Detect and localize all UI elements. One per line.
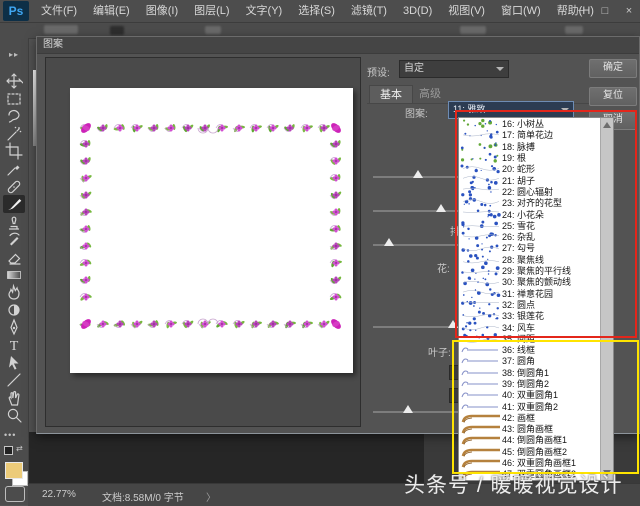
leaf-label: 叶子: — [428, 344, 451, 359]
zoom-tool[interactable] — [3, 406, 25, 424]
move-tool[interactable] — [3, 72, 25, 90]
line-tool[interactable] — [3, 371, 25, 389]
status-chevron-icon[interactable]: 〉 — [206, 489, 216, 504]
slider-knob[interactable] — [403, 405, 413, 413]
svg-text:T: T — [10, 339, 19, 354]
menu-item-0[interactable]: 文件(F) — [33, 0, 85, 22]
collapse-toolbar-icon[interactable]: ▸▸ — [0, 50, 28, 59]
close-icon[interactable]: × — [622, 0, 636, 22]
edit-toolbar-icon[interactable]: ••• — [4, 430, 16, 440]
zoom-level[interactable]: 22.77% — [42, 489, 76, 500]
document-canvas — [70, 88, 353, 373]
menu-item-4[interactable]: 文字(Y) — [238, 0, 291, 22]
menu-item-5[interactable]: 选择(S) — [290, 0, 343, 22]
photoshop-logo: Ps — [3, 1, 29, 21]
red-annotation-box — [455, 110, 637, 338]
history-brush-tool[interactable] — [3, 230, 25, 248]
gradient-tool[interactable] — [3, 266, 25, 284]
pen-tool[interactable] — [3, 318, 25, 336]
brush-tool[interactable] — [3, 195, 25, 213]
menu-item-2[interactable]: 图像(I) — [138, 0, 186, 22]
clone-stamp-tool[interactable] — [3, 213, 25, 231]
blurred-option-icon — [205, 26, 221, 34]
window-controls: −□ × — [574, 0, 636, 22]
menu-item-9[interactable]: 窗口(W) — [493, 0, 549, 22]
swap-colors-icon[interactable]: ⇄ — [16, 444, 23, 453]
menu-item-7[interactable]: 3D(D) — [395, 0, 440, 22]
document-info: 文档:8.58M/0 字节 — [102, 489, 184, 504]
lasso-tool[interactable] — [3, 107, 25, 125]
floral-border-artwork — [70, 88, 353, 373]
menu-bar: Ps 文件(F)编辑(E)图像(I)图层(L)文字(Y)选择(S)滤镜(T)3D… — [0, 0, 640, 23]
menu-item-6[interactable]: 滤镜(T) — [343, 0, 395, 22]
default-colors-icon[interactable] — [4, 446, 13, 455]
watermark: 头条号 / 暖暖视觉设计 — [404, 469, 623, 499]
flower-label: 花: — [437, 260, 450, 275]
foreground-color-swatch[interactable] — [5, 462, 23, 479]
smudge-tool[interactable] — [3, 283, 25, 301]
eraser-tool[interactable] — [3, 248, 25, 266]
ok-button[interactable]: 确定 — [589, 59, 637, 78]
tab-basic[interactable]: 基本 — [369, 85, 413, 104]
dialog-title: 图案 — [37, 37, 639, 54]
menu-item-3[interactable]: 图层(L) — [186, 0, 237, 22]
slider-knob[interactable] — [384, 238, 394, 246]
screen-mode-icon[interactable] — [5, 486, 25, 502]
dodge-tool[interactable] — [3, 301, 25, 319]
maximize-icon[interactable]: □ — [598, 0, 612, 22]
type-tool[interactable]: T — [3, 336, 25, 354]
blurred-option-icon — [110, 26, 124, 35]
preset-label: 预设: — [367, 64, 390, 79]
slider-knob[interactable] — [413, 170, 423, 178]
menu-item-8[interactable]: 视图(V) — [440, 0, 493, 22]
blurred-option-icon — [460, 26, 486, 34]
hand-tool[interactable] — [3, 389, 25, 407]
toolbar: ▸▸ T ••• ⇄ — [0, 38, 29, 505]
slider-knob[interactable] — [436, 204, 446, 212]
path-select-tool[interactable] — [3, 354, 25, 372]
preview-panel — [45, 57, 361, 427]
pasteboard — [28, 432, 424, 483]
yellow-annotation-box — [452, 340, 639, 474]
crop-tool[interactable] — [3, 142, 25, 160]
menu-item-1[interactable]: 编辑(E) — [85, 0, 138, 22]
chevron-down-icon — [496, 67, 504, 71]
marquee-tool[interactable] — [3, 90, 25, 108]
blurred-option-icon — [44, 25, 78, 34]
reset-button[interactable]: 复位 — [589, 87, 637, 106]
blurred-option-icon — [565, 26, 583, 34]
eyedropper-tool[interactable] — [3, 160, 25, 178]
pattern-label: 图案: — [405, 105, 428, 120]
healing-brush-tool[interactable] — [3, 178, 25, 196]
preset-select[interactable]: 自定 — [399, 60, 509, 78]
tab-advanced[interactable]: 高级 — [409, 85, 451, 103]
magic-wand-tool[interactable] — [3, 125, 25, 143]
minimize-icon[interactable]: − — [574, 0, 588, 22]
